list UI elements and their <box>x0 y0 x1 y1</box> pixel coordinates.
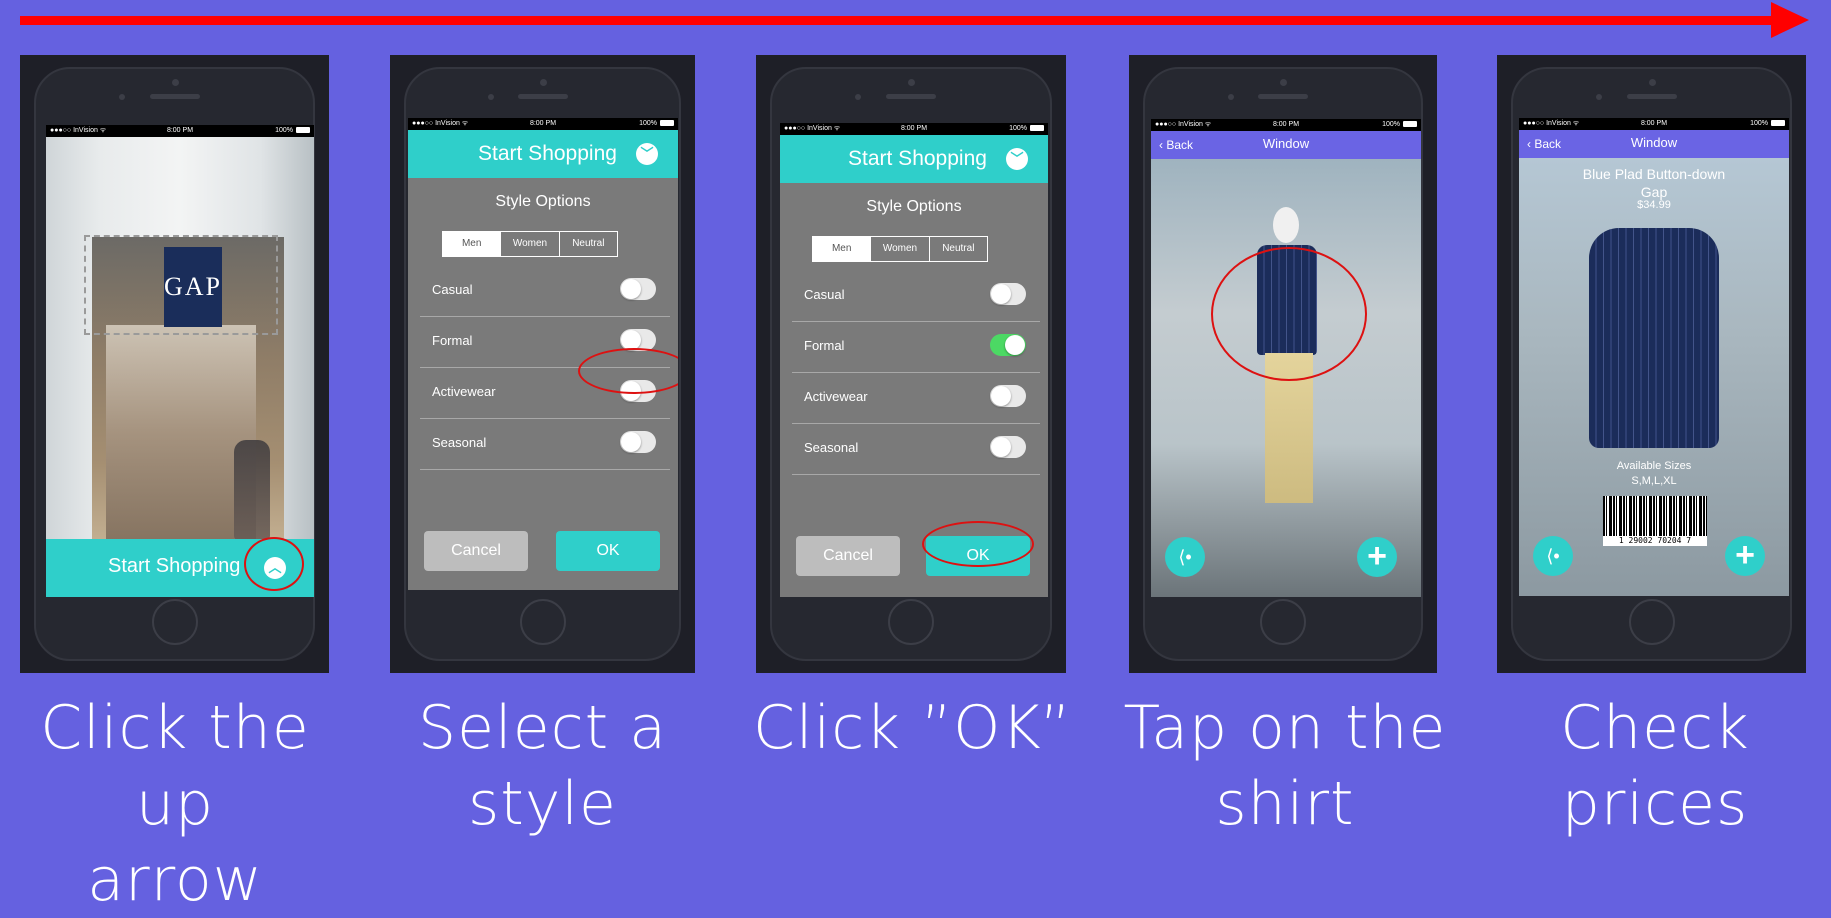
nav-title: Window <box>1630 135 1678 150</box>
product-shirt-image <box>1589 228 1719 448</box>
home-button[interactable] <box>1260 599 1306 645</box>
segment-men[interactable]: Men <box>443 232 502 256</box>
battery-icon <box>296 127 310 134</box>
screen-store: ●●●○○ InVision ᯤ 8:00 PM 100% GAP Start … <box>46 125 314 597</box>
product-name: Blue Plad Button-down <box>1582 166 1726 182</box>
ok-button[interactable]: OK <box>556 531 660 571</box>
caption-step-1: Click the up arrow <box>40 693 310 915</box>
header-title: Start Shopping <box>478 142 617 165</box>
caption-step-2: Select a style <box>418 693 667 839</box>
cancel-button[interactable]: Cancel <box>796 536 900 576</box>
progress-arrow <box>20 16 1775 25</box>
seasonal-toggle[interactable] <box>620 431 656 453</box>
caption-step-3: Click ”OK” <box>753 693 1072 763</box>
shoppers <box>234 440 270 540</box>
nav-title: Window <box>1262 136 1310 151</box>
battery-icon <box>1030 125 1044 132</box>
style-options-title: Style Options <box>866 198 962 215</box>
segment-men[interactable]: Men <box>813 237 872 261</box>
status-bar: ●●●○○ InVision ᯤ 8:00 PM 100% <box>46 125 314 137</box>
status-bar: ●●●○○ InVision ᯤ 8:00 PM 100% <box>408 118 678 130</box>
mannequin-head <box>1273 207 1299 243</box>
segment-women[interactable]: Women <box>871 237 930 261</box>
option-row-formal: Formal <box>792 321 1040 373</box>
nav-bar: ‹ Back Window <box>1151 131 1421 159</box>
header-bar[interactable]: Start Shopping ﹀ <box>408 130 678 178</box>
product-price: $34.99 <box>1637 199 1671 211</box>
phone-step-5: ●●●○○ InVision ᯤ 8:00 PM 100% ‹ Back Win… <box>1497 55 1806 673</box>
casual-toggle[interactable] <box>620 278 656 300</box>
style-options-title: Style Options <box>495 193 591 210</box>
segment-women[interactable]: Women <box>501 232 560 256</box>
option-row-seasonal: Seasonal <box>420 418 670 470</box>
home-button[interactable] <box>519 599 566 645</box>
battery-icon <box>1771 120 1785 127</box>
activewear-toggle[interactable] <box>990 385 1026 407</box>
seasonal-toggle[interactable] <box>990 436 1026 458</box>
start-shopping-label: Start Shopping <box>108 555 241 577</box>
gender-segmented-control: Men Women Neutral <box>442 231 618 257</box>
phone-step-2: ●●●○○ InVision ᯤ 8:00 PM 100% Start Shop… <box>390 55 695 673</box>
status-bar: ●●●○○ InVision ᯤ 8:00 PM 100% <box>780 123 1048 135</box>
formal-toggle[interactable] <box>990 334 1026 356</box>
phone-step-3: ●●●○○ InVision ᯤ 8:00 PM 100% Start Shop… <box>756 55 1066 673</box>
option-row-activewear: Activewear <box>792 372 1040 424</box>
casual-toggle[interactable] <box>990 283 1026 305</box>
header-title: Start Shopping <box>848 147 987 170</box>
add-icon[interactable]: + <box>1357 537 1397 577</box>
scan-frame <box>84 235 278 335</box>
chevron-down-icon[interactable]: ﹀ <box>1006 148 1028 170</box>
screen-product: ●●●○○ InVision ᯤ 8:00 PM 100% ‹ Back Win… <box>1519 118 1789 596</box>
home-button[interactable] <box>888 599 934 645</box>
highlight-ring <box>1211 247 1367 381</box>
status-bar: ●●●○○ InVision ᯤ 8:00 PM 100% <box>1151 119 1421 131</box>
header-bar[interactable]: Start Shopping ﹀ <box>780 135 1048 183</box>
product-brand: Gap <box>1640 184 1668 200</box>
status-bar: ●●●○○ InVision ᯤ 8:00 PM 100% <box>1519 118 1789 130</box>
chevron-down-icon[interactable]: ﹀ <box>636 143 658 165</box>
caption-step-4: Tap on the shirt <box>1123 693 1447 839</box>
highlight-ring <box>244 537 304 591</box>
battery-icon <box>660 120 674 127</box>
screen-style-options: ●●●○○ InVision ᯤ 8:00 PM 100% Start Shop… <box>408 118 678 590</box>
barcode-number: 1 29002 70204 7 <box>1603 536 1707 546</box>
option-row-casual: Casual <box>792 270 1040 322</box>
sizes-value: S,M,L,XL <box>1631 475 1677 487</box>
add-icon[interactable]: + <box>1725 536 1765 576</box>
home-button[interactable] <box>151 599 198 645</box>
nav-bar: ‹ Back Window <box>1519 130 1789 158</box>
screen-style-options-ok: ●●●○○ InVision ᯤ 8:00 PM 100% Start Shop… <box>780 123 1048 597</box>
arrow-head-icon <box>1771 2 1809 38</box>
battery-icon <box>1403 121 1417 128</box>
segment-neutral[interactable]: Neutral <box>560 232 617 256</box>
share-icon[interactable]: ⟨• <box>1165 537 1205 577</box>
option-row-seasonal: Seasonal <box>792 423 1040 475</box>
share-icon[interactable]: ⟨• <box>1533 536 1573 576</box>
option-row-casual: Casual <box>420 265 670 317</box>
cancel-button[interactable]: Cancel <box>424 531 528 571</box>
home-button[interactable] <box>1628 599 1675 645</box>
phone-step-4: ●●●○○ InVision ᯤ 8:00 PM 100% ‹ Back Win… <box>1129 55 1437 673</box>
caption-step-5: Check prices <box>1560 693 1750 839</box>
segment-neutral[interactable]: Neutral <box>930 237 987 261</box>
gender-segmented-control: Men Women Neutral <box>812 236 988 262</box>
highlight-ring <box>578 348 678 394</box>
screen-window: ●●●○○ InVision ᯤ 8:00 PM 100% ‹ Back Win… <box>1151 119 1421 597</box>
sizes-label: Available Sizes <box>1616 460 1692 472</box>
phone-step-1: ●●●○○ InVision ᯤ 8:00 PM 100% GAP Start … <box>20 55 329 673</box>
highlight-ring <box>922 521 1034 567</box>
